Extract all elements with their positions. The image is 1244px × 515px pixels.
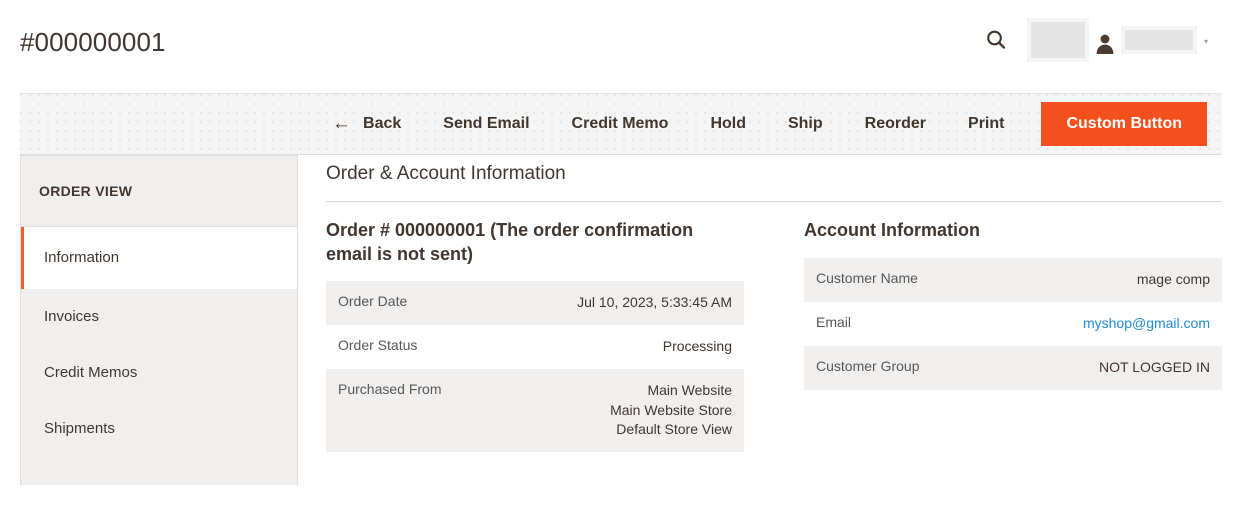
row-label: Order Date bbox=[338, 292, 408, 309]
order-information-table: Order Date Jul 10, 2023, 5:33:45 AM Orde… bbox=[326, 280, 744, 453]
order-view-sidebar: ORDER VIEW Information Invoices Credit M… bbox=[20, 155, 298, 485]
table-row: Customer Name mage comp bbox=[804, 257, 1222, 302]
header-actions: ▾ bbox=[979, 18, 1224, 62]
account-information-table: Customer Name mage comp Email myshop@gma… bbox=[804, 257, 1222, 390]
sidebar-item-shipments[interactable]: Shipments bbox=[21, 401, 297, 457]
table-row: Order Status Processing bbox=[326, 325, 744, 369]
header-placeholder-block-large bbox=[1026, 18, 1089, 62]
reorder-button[interactable]: Reorder bbox=[844, 108, 947, 140]
back-button-label: Back bbox=[363, 115, 402, 132]
row-label: Customer Group bbox=[816, 357, 920, 374]
table-row: Customer Group NOT LOGGED IN bbox=[804, 345, 1222, 390]
order-information-panel: Order # 000000001 (The order confirmatio… bbox=[326, 219, 744, 453]
custom-button[interactable]: Custom Button bbox=[1041, 102, 1207, 146]
table-row: Purchased From Main Website Main Website… bbox=[326, 368, 744, 453]
row-value: Main Website Main Website Store Default … bbox=[610, 381, 732, 438]
row-value: mage comp bbox=[1136, 270, 1210, 287]
section-title: Order & Account Information bbox=[326, 155, 1222, 202]
search-icon[interactable] bbox=[979, 23, 1013, 57]
info-columns: Order # 000000001 (The order confirmatio… bbox=[326, 219, 1222, 453]
chevron-down-icon[interactable]: ▾ bbox=[1204, 38, 1208, 46]
sidebar-item-label: Credit Memos bbox=[44, 364, 138, 381]
account-information-panel: Account Information Customer Name mage c… bbox=[804, 219, 1222, 452]
header-placeholder-block-small bbox=[1120, 26, 1197, 54]
sidebar-nav: Information Invoices Credit Memos Shipme… bbox=[21, 227, 297, 457]
page-main: ORDER VIEW Information Invoices Credit M… bbox=[0, 155, 1244, 515]
row-label: Order Status bbox=[338, 336, 418, 353]
page-header: #000000001 ▾ bbox=[0, 0, 1244, 80]
row-label: Purchased From bbox=[338, 380, 442, 397]
sidebar-item-label: Invoices bbox=[44, 308, 100, 325]
page-actions-toolbar: ← Back Send Email Credit Memo Hold Ship … bbox=[20, 93, 1222, 155]
row-value: myshop@gmail.com bbox=[1000, 302, 1222, 346]
row-label: Customer Name bbox=[816, 269, 918, 286]
ship-button[interactable]: Ship bbox=[767, 108, 844, 140]
content-area: Order & Account Information Order # 0000… bbox=[298, 155, 1244, 515]
table-row: Order Date Jul 10, 2023, 5:33:45 AM bbox=[326, 280, 744, 325]
user-icon[interactable] bbox=[1093, 25, 1117, 55]
arrow-left-icon: ← bbox=[332, 112, 352, 134]
customer-email-link[interactable]: myshop@gmail.com bbox=[1083, 315, 1210, 331]
row-value: Jul 10, 2023, 5:33:45 AM bbox=[577, 293, 732, 310]
sidebar-item-information[interactable]: Information bbox=[21, 227, 297, 289]
row-value: NOT LOGGED IN bbox=[1099, 358, 1210, 375]
sidebar-item-label: Shipments bbox=[44, 420, 115, 437]
page-title: #000000001 bbox=[20, 27, 166, 57]
sidebar-item-credit-memos[interactable]: Credit Memos bbox=[21, 345, 297, 401]
sidebar-title: ORDER VIEW bbox=[21, 156, 297, 227]
credit-memo-button[interactable]: Credit Memo bbox=[551, 108, 690, 140]
table-row: Email myshop@gmail.com bbox=[804, 302, 1222, 346]
hold-button[interactable]: Hold bbox=[689, 108, 767, 140]
sidebar-item-invoices[interactable]: Invoices bbox=[21, 289, 297, 345]
row-value: Processing bbox=[662, 337, 732, 354]
back-button[interactable]: ← Back bbox=[320, 107, 422, 142]
account-heading: Account Information bbox=[804, 220, 980, 240]
sidebar-item-label: Information bbox=[44, 249, 120, 266]
order-heading: Order # 000000001 (The order confirmatio… bbox=[326, 220, 694, 264]
send-email-button[interactable]: Send Email bbox=[422, 108, 550, 140]
print-button[interactable]: Print bbox=[947, 108, 1025, 140]
row-label: Email bbox=[816, 313, 852, 330]
